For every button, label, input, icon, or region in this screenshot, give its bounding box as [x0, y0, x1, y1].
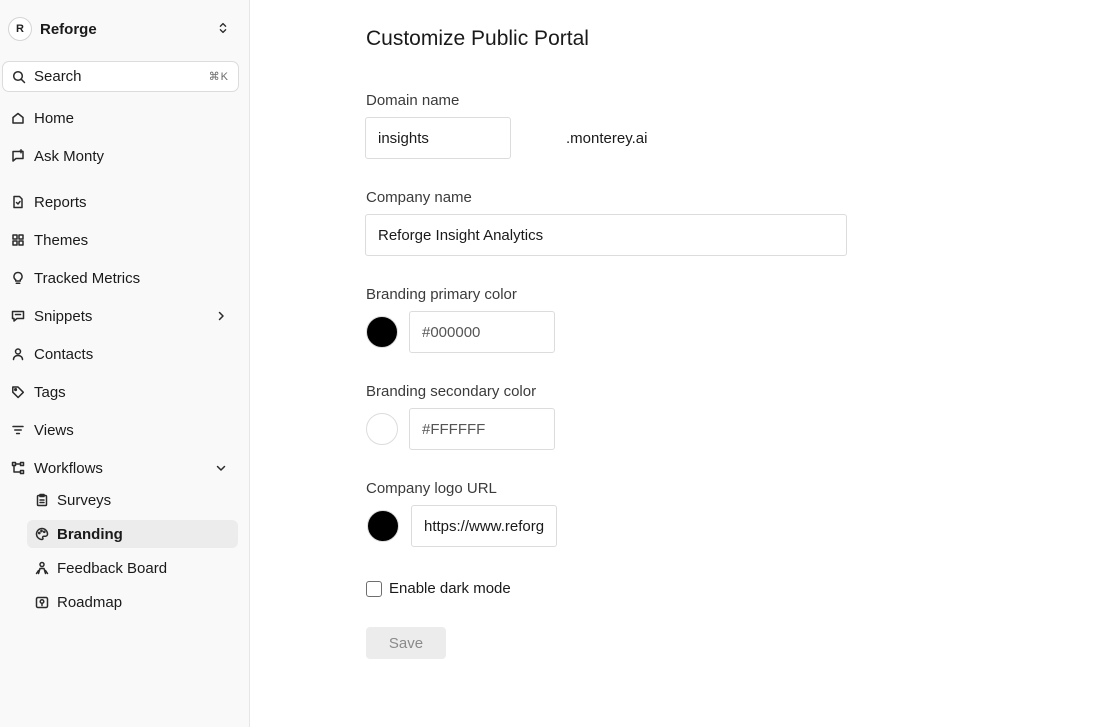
sidebar-item-label: Surveys: [57, 491, 112, 509]
sidebar-item-home[interactable]: Home: [2, 104, 238, 132]
secondary-color-input[interactable]: [409, 408, 555, 450]
sidebar-item-label: Workflows: [34, 459, 103, 477]
sidebar-item-reports[interactable]: Reports: [2, 188, 238, 216]
tag-icon: [11, 385, 25, 399]
grid-icon: [11, 233, 25, 247]
company-logo-url-input[interactable]: [411, 505, 557, 547]
sidebar-item-label: Snippets: [34, 307, 93, 325]
sidebar-item-roadmap[interactable]: Roadmap: [27, 588, 238, 616]
company-logo-preview: [367, 510, 399, 542]
main-content: Customize Public Portal Domain name .mon…: [251, 0, 1112, 727]
sidebar-item-label: Themes: [34, 231, 89, 249]
sidebar-item-branding[interactable]: Branding: [27, 520, 238, 548]
sidebar-item-label: Tracked Metrics: [34, 269, 141, 287]
domain-name-label: Domain name: [366, 92, 460, 109]
chat-icon: [11, 149, 25, 163]
sidebar-item-surveys[interactable]: Surveys: [27, 486, 238, 514]
company-name-label: Company name: [366, 189, 472, 206]
dark-mode-checkbox[interactable]: [366, 581, 382, 597]
sidebar-item-label: Reports: [34, 193, 87, 211]
save-button[interactable]: Save: [366, 627, 446, 659]
search-icon: [12, 70, 26, 84]
primary-color-swatch[interactable]: [366, 316, 398, 348]
secondary-color-label: Branding secondary color: [366, 383, 537, 400]
chevron-up-down-icon: [216, 21, 230, 37]
sidebar-item-tags[interactable]: Tags: [2, 378, 238, 406]
chevron-right-icon: [214, 309, 228, 323]
primary-color-label: Branding primary color: [366, 286, 517, 303]
search-button[interactable]: Search ⌘K: [2, 61, 239, 92]
workspace-name: Reforge: [40, 20, 97, 38]
report-icon: [11, 195, 25, 209]
sidebar-item-label: Feedback Board: [57, 559, 168, 577]
snippet-icon: [11, 309, 25, 323]
search-label: Search: [34, 68, 82, 85]
person-icon: [11, 347, 25, 361]
company-logo-label: Company logo URL: [366, 480, 497, 497]
sidebar-item-label: Branding: [57, 525, 123, 543]
bulb-icon: [11, 271, 25, 285]
dark-mode-label[interactable]: Enable dark mode: [389, 580, 511, 597]
sidebar-item-label: Roadmap: [57, 593, 123, 611]
workspace-avatar: R: [8, 17, 32, 41]
domain-suffix: .monterey.ai: [566, 130, 648, 147]
sidebar-item-ask-monty[interactable]: Ask Monty: [2, 142, 238, 170]
sidebar-item-themes[interactable]: Themes: [2, 226, 238, 254]
sidebar-item-tracked-metrics[interactable]: Tracked Metrics: [2, 264, 238, 292]
domain-name-input[interactable]: [365, 117, 511, 159]
chevron-down-icon: [214, 461, 228, 475]
sidebar-item-label: Contacts: [34, 345, 94, 363]
sidebar-item-label: Ask Monty: [34, 147, 105, 165]
clipboard-icon: [35, 493, 49, 507]
sidebar-item-contacts[interactable]: Contacts: [2, 340, 238, 368]
sidebar-item-label: Views: [34, 421, 74, 439]
search-shortcut: ⌘K: [208, 71, 229, 83]
primary-color-input[interactable]: [409, 311, 555, 353]
sidebar-item-views[interactable]: Views: [2, 416, 238, 444]
workflow-icon: [11, 461, 25, 475]
sidebar-item-label: Home: [34, 109, 75, 127]
home-icon: [11, 111, 25, 125]
filter-icon: [11, 423, 25, 437]
map-icon: [35, 595, 49, 609]
sidebar: R Reforge Search ⌘K Home Ask Monty Repor…: [0, 0, 250, 727]
secondary-color-swatch[interactable]: [366, 413, 398, 445]
workspace-switcher[interactable]: R Reforge: [8, 15, 238, 43]
page-title: Customize Public Portal: [366, 27, 589, 50]
palette-icon: [35, 527, 49, 541]
company-name-input[interactable]: [365, 214, 847, 256]
sidebar-item-feedback-board[interactable]: Feedback Board: [27, 554, 238, 582]
sidebar-item-snippets[interactable]: Snippets: [2, 302, 238, 330]
sidebar-item-label: Tags: [34, 383, 66, 401]
sidebar-item-workflows[interactable]: Workflows: [2, 454, 238, 482]
people-icon: [35, 561, 49, 575]
